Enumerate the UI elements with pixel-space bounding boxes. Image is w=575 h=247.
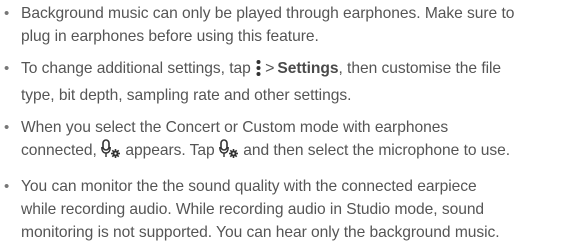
note-line: plug in earphones before using this feat… [21,28,319,45]
list-item: • Background music can only be played th… [0,2,575,48]
note-line: To change additional settings, tap > Sett… [21,57,571,84]
chevron-right-icon: > [265,60,275,77]
bullet: • [4,60,10,77]
microphone-settings-icon [219,139,239,166]
microphone-settings-icon [101,139,121,166]
note-line: type, bit depth, sampling rate and other… [21,87,352,104]
note-line: monitoring is not supported. You can hea… [21,224,500,241]
note-line: You can monitor the the sound quality wi… [21,178,477,195]
settings-label: Settings [277,60,339,77]
note-text: connected, [21,142,102,159]
note-line: When you select the Concert or Custom mo… [21,119,449,136]
note-line: connected, appears. Tap and then select … [21,139,571,166]
note-line: Background music can only be played thro… [21,5,515,22]
bullet: • [4,5,10,22]
bullet: • [4,119,10,136]
bullet: • [4,178,10,195]
note-line: while recording audio. While recording a… [21,201,485,218]
list-item: • You can monitor the the sound quality … [0,175,575,244]
more-options-icon [256,59,261,84]
list-item: • When you select the Concert or Custom … [0,116,575,166]
note-text: and then select the microphone to use. [238,142,511,159]
list-item: • To change additional settings, tap > Se… [0,57,575,107]
note-text: , then customise the file [338,60,502,77]
note-text: appears. Tap [121,142,219,159]
note-text: To change additional settings, tap [21,60,256,77]
notes-list: • Background music can only be played th… [0,0,575,247]
